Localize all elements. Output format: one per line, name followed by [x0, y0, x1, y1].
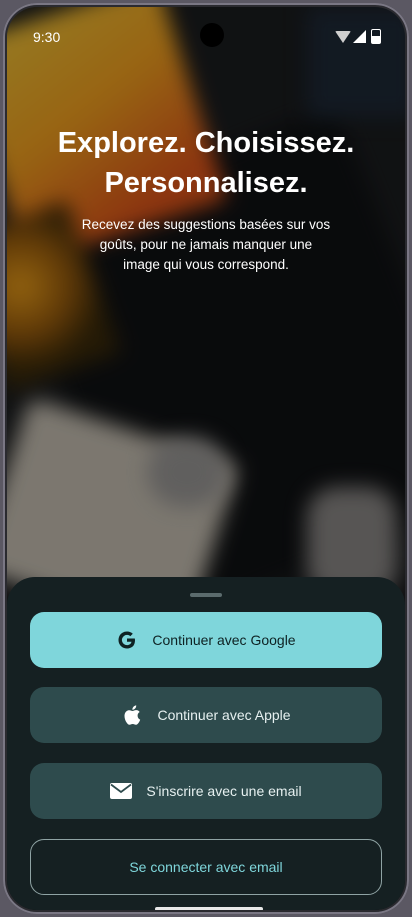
screen: 9:30 Explorez. Choisissez. Personnalisez…: [7, 7, 405, 910]
home-indicator[interactable]: [155, 907, 263, 910]
headline: Explorez. Choisissez. Personnalisez.: [7, 123, 405, 203]
status-bar: 9:30: [7, 7, 405, 59]
status-time: 9:30: [33, 29, 61, 45]
google-icon: [116, 629, 138, 651]
front-camera: [200, 23, 224, 47]
apple-icon: [121, 704, 143, 726]
signal-icon: [353, 30, 366, 43]
sheet-drag-handle[interactable]: [190, 593, 222, 597]
headline-line-1: Explorez. Choisissez.: [57, 127, 355, 159]
battery-icon: [371, 29, 381, 44]
google-button-label: Continuer avec Google: [152, 632, 296, 648]
device-frame: 9:30 Explorez. Choisissez. Personnalisez…: [3, 3, 409, 914]
subtitle: Recevez des suggestions basées sur vos g…: [81, 217, 331, 272]
email-login-label: Se connecter avec email: [129, 859, 283, 875]
login-with-email-button[interactable]: Se connecter avec email: [30, 839, 382, 895]
apple-button-label: Continuer avec Apple: [157, 707, 291, 723]
auth-bottom-sheet: Continuer avec Google Continuer avec App…: [7, 577, 405, 910]
mail-icon: [110, 780, 133, 802]
hero-section: Explorez. Choisissez. Personnalisez. Rec…: [7, 123, 405, 275]
signup-with-email-button[interactable]: S'inscrire avec une email: [30, 763, 382, 819]
continue-with-google-button[interactable]: Continuer avec Google: [30, 612, 382, 668]
email-signup-label: S'inscrire avec une email: [146, 783, 302, 799]
wifi-icon: [335, 31, 351, 43]
headline-line-2: Personnalisez.: [104, 167, 308, 199]
continue-with-apple-button[interactable]: Continuer avec Apple: [30, 687, 382, 743]
system-icons: [335, 29, 387, 45]
